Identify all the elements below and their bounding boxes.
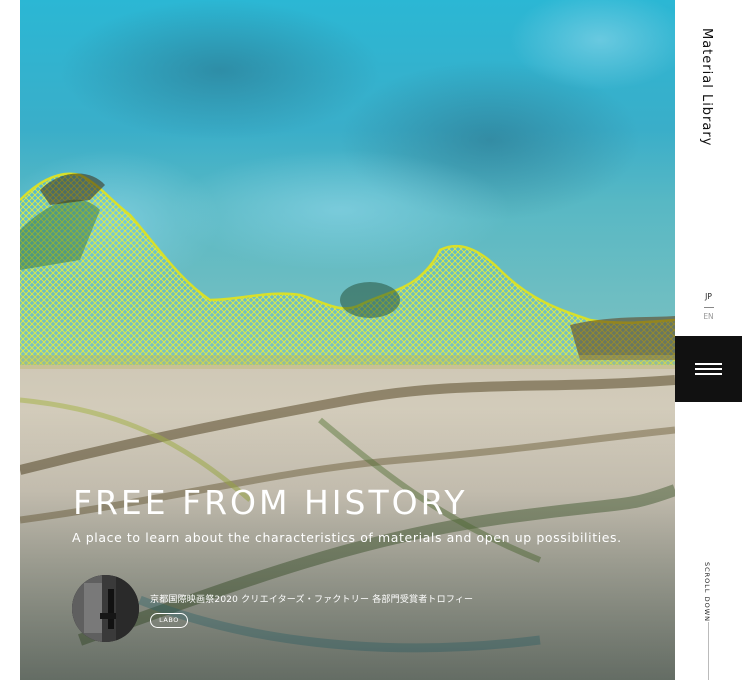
scroll-down-indicator[interactable]: SCROLL DOWN [703, 562, 711, 622]
site-logo[interactable]: Material Library [699, 28, 714, 146]
category-tag[interactable]: LABO [150, 613, 188, 628]
menu-button[interactable] [675, 336, 742, 402]
featured-article[interactable]: 京都国際映画祭2020 クリエイターズ・ファクトリー 各部門受賞者トロフィー L… [72, 575, 592, 645]
hero-subtitle: A place to learn about the characteristi… [72, 530, 622, 545]
language-en[interactable]: EN [675, 312, 742, 321]
scroll-line [708, 622, 709, 680]
language-divider [704, 307, 714, 308]
menu-line [695, 373, 722, 375]
menu-line [695, 363, 722, 365]
right-rail: Material Library JP EN SCROLL DOWN [675, 0, 742, 680]
thumbnail-image [72, 575, 139, 642]
hero-title: FREE FROM HISTORY [73, 483, 468, 522]
hero-image: FREE FROM HISTORY A place to learn about… [20, 0, 675, 680]
featured-article-title[interactable]: 京都国際映画祭2020 クリエイターズ・ファクトリー 各部門受賞者トロフィー [150, 592, 473, 605]
menu-line [695, 368, 722, 370]
featured-thumbnail[interactable] [72, 575, 139, 642]
language-jp[interactable]: JP [675, 292, 742, 301]
